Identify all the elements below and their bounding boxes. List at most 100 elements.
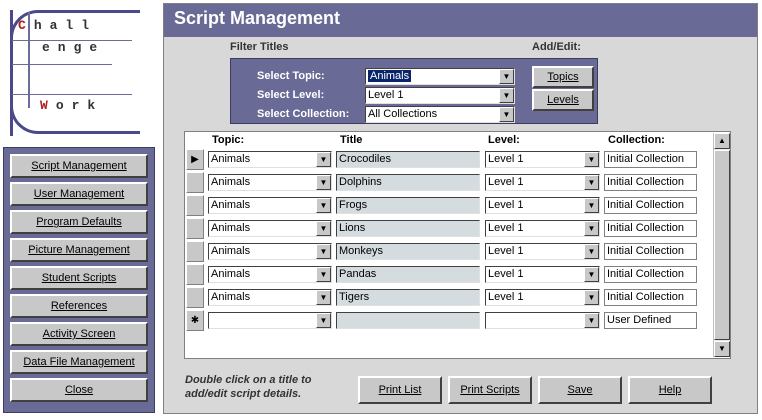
help-button[interactable]: Help	[628, 376, 712, 404]
row-level-select[interactable]: Level 1 ▼	[485, 243, 600, 260]
row-level-select[interactable]: Level 1 ▼	[485, 266, 600, 283]
level-select[interactable]: Level 1 ▼	[365, 86, 515, 104]
row-topic-value: Animals	[211, 176, 251, 188]
topics-button[interactable]: Topics	[532, 66, 594, 88]
chevron-down-icon[interactable]: ▼	[584, 244, 599, 259]
grid-scrollbar[interactable]: ▲ ▼	[713, 133, 730, 357]
new-row-level-value	[486, 313, 584, 328]
logo-word-1: Chall	[18, 18, 98, 33]
new-row-level-select[interactable]: ▼	[485, 312, 600, 329]
table-row[interactable]: Animals ▼ Dolphins Level 1 ▼ Initial Col…	[185, 172, 715, 193]
row-collection[interactable]: Initial Collection	[604, 197, 697, 214]
new-row-collection[interactable]: User Defined	[604, 312, 697, 329]
row-topic-select[interactable]: Animals ▼	[208, 220, 332, 237]
row-level-select[interactable]: Level 1 ▼	[485, 197, 600, 214]
row-collection[interactable]: Initial Collection	[604, 243, 697, 260]
scroll-up-icon[interactable]: ▲	[714, 133, 730, 149]
row-topic-select[interactable]: Animals ▼	[208, 151, 332, 168]
chevron-down-icon[interactable]: ▼	[316, 175, 331, 190]
row-topic-select[interactable]: Animals ▼	[208, 243, 332, 260]
new-row-title[interactable]	[336, 312, 480, 329]
chevron-down-icon[interactable]: ▼	[316, 152, 331, 167]
sidebar-program-defaults-button[interactable]: Program Defaults	[10, 210, 148, 234]
row-title[interactable]: Lions	[336, 220, 480, 237]
new-row-topic-value	[209, 313, 316, 328]
row-topic-select[interactable]: Animals ▼	[208, 266, 332, 283]
chevron-down-icon[interactable]: ▼	[316, 244, 331, 259]
sidebar-references-button[interactable]: References	[10, 294, 148, 318]
row-collection[interactable]: Initial Collection	[604, 220, 697, 237]
record-selector[interactable]	[186, 195, 204, 216]
row-topic-select[interactable]: Animals ▼	[208, 197, 332, 214]
new-record-row[interactable]: ✱ ▼ ▼ User Defined	[185, 310, 715, 331]
chevron-down-icon[interactable]: ▼	[584, 221, 599, 236]
row-title[interactable]: Tigers	[336, 289, 480, 306]
sidebar-script-management-button[interactable]: Script Management	[10, 154, 148, 178]
record-selector[interactable]	[186, 241, 204, 262]
chevron-down-icon[interactable]: ▼	[316, 313, 331, 328]
save-button[interactable]: Save	[538, 376, 622, 404]
chevron-down-icon[interactable]: ▼	[499, 68, 514, 84]
row-level-select[interactable]: Level 1 ▼	[485, 151, 600, 168]
row-topic-select[interactable]: Animals ▼	[208, 174, 332, 191]
scroll-down-icon[interactable]: ▼	[714, 341, 730, 357]
table-row[interactable]: Animals ▼ Monkeys Level 1 ▼ Initial Coll…	[185, 241, 715, 262]
chevron-down-icon[interactable]: ▼	[584, 313, 599, 328]
row-collection[interactable]: Initial Collection	[604, 266, 697, 283]
sidebar-picture-management-button[interactable]: Picture Management	[10, 238, 148, 262]
chevron-down-icon[interactable]: ▼	[584, 175, 599, 190]
chevron-down-icon[interactable]: ▼	[499, 106, 514, 122]
column-header-collection: Collection:	[608, 134, 665, 146]
row-title[interactable]: Dolphins	[336, 174, 480, 191]
topic-select[interactable]: Animals ▼	[365, 67, 515, 85]
table-row[interactable]: Animals ▼ Pandas Level 1 ▼ Initial Colle…	[185, 264, 715, 285]
row-title[interactable]: Frogs	[336, 197, 480, 214]
row-topic-select[interactable]: Animals ▼	[208, 289, 332, 306]
row-title[interactable]: Monkeys	[336, 243, 480, 260]
sidebar-user-management-button[interactable]: User Management	[10, 182, 148, 206]
record-selector[interactable]	[186, 172, 204, 193]
row-level-value: Level 1	[488, 268, 524, 280]
table-row[interactable]: Animals ▼ Frogs Level 1 ▼ Initial Collec…	[185, 195, 715, 216]
row-title[interactable]: Crocodiles	[336, 151, 480, 168]
sidebar-data-file-management-button[interactable]: Data File Management	[10, 350, 148, 374]
record-selector[interactable]: ▶	[186, 149, 204, 170]
table-row[interactable]: Animals ▼ Lions Level 1 ▼ Initial Collec…	[185, 218, 715, 239]
row-collection[interactable]: Initial Collection	[604, 151, 697, 168]
chevron-down-icon[interactable]: ▼	[584, 290, 599, 305]
chevron-down-icon[interactable]: ▼	[316, 267, 331, 282]
row-level-select[interactable]: Level 1 ▼	[485, 174, 600, 191]
row-collection[interactable]: Initial Collection	[604, 174, 697, 191]
record-selector[interactable]	[186, 287, 204, 308]
level-select-value: Level 1	[368, 88, 404, 101]
table-row[interactable]: Animals ▼ Tigers Level 1 ▼ Initial Colle…	[185, 287, 715, 308]
table-row[interactable]: ▶ Animals ▼ Crocodiles Level 1 ▼ Initial…	[185, 149, 715, 170]
chevron-down-icon[interactable]: ▼	[316, 198, 331, 213]
row-topic-value: Animals	[211, 245, 251, 257]
new-record-selector[interactable]: ✱	[186, 310, 204, 331]
row-title[interactable]: Pandas	[336, 266, 480, 283]
row-collection[interactable]: Initial Collection	[604, 289, 697, 306]
scroll-thumb[interactable]	[714, 150, 730, 340]
chevron-down-icon[interactable]: ▼	[584, 267, 599, 282]
row-level-select[interactable]: Level 1 ▼	[485, 220, 600, 237]
scripts-grid: Topic: Title Level: Collection: ▶ Animal…	[184, 131, 731, 359]
sidebar-close-button[interactable]: Close	[10, 378, 148, 402]
print-list-button[interactable]: Print List	[358, 376, 442, 404]
row-topic-value: Animals	[211, 268, 251, 280]
collection-select[interactable]: All Collections ▼	[365, 105, 515, 123]
chevron-down-icon[interactable]: ▼	[584, 152, 599, 167]
row-level-select[interactable]: Level 1 ▼	[485, 289, 600, 306]
levels-button[interactable]: Levels	[532, 89, 594, 111]
record-selector[interactable]	[186, 218, 204, 239]
print-scripts-button[interactable]: Print Scripts	[448, 376, 532, 404]
sidebar-student-scripts-button[interactable]: Student Scripts	[10, 266, 148, 290]
chevron-down-icon[interactable]: ▼	[584, 198, 599, 213]
chevron-down-icon[interactable]: ▼	[316, 221, 331, 236]
new-row-topic-select[interactable]: ▼	[208, 312, 332, 329]
chevron-down-icon[interactable]: ▼	[499, 87, 514, 103]
record-selector[interactable]	[186, 264, 204, 285]
collection-filter-row: Select Collection: All Collections ▼	[257, 105, 515, 123]
chevron-down-icon[interactable]: ▼	[316, 290, 331, 305]
sidebar-activity-screen-button[interactable]: Activity Screen	[10, 322, 148, 346]
